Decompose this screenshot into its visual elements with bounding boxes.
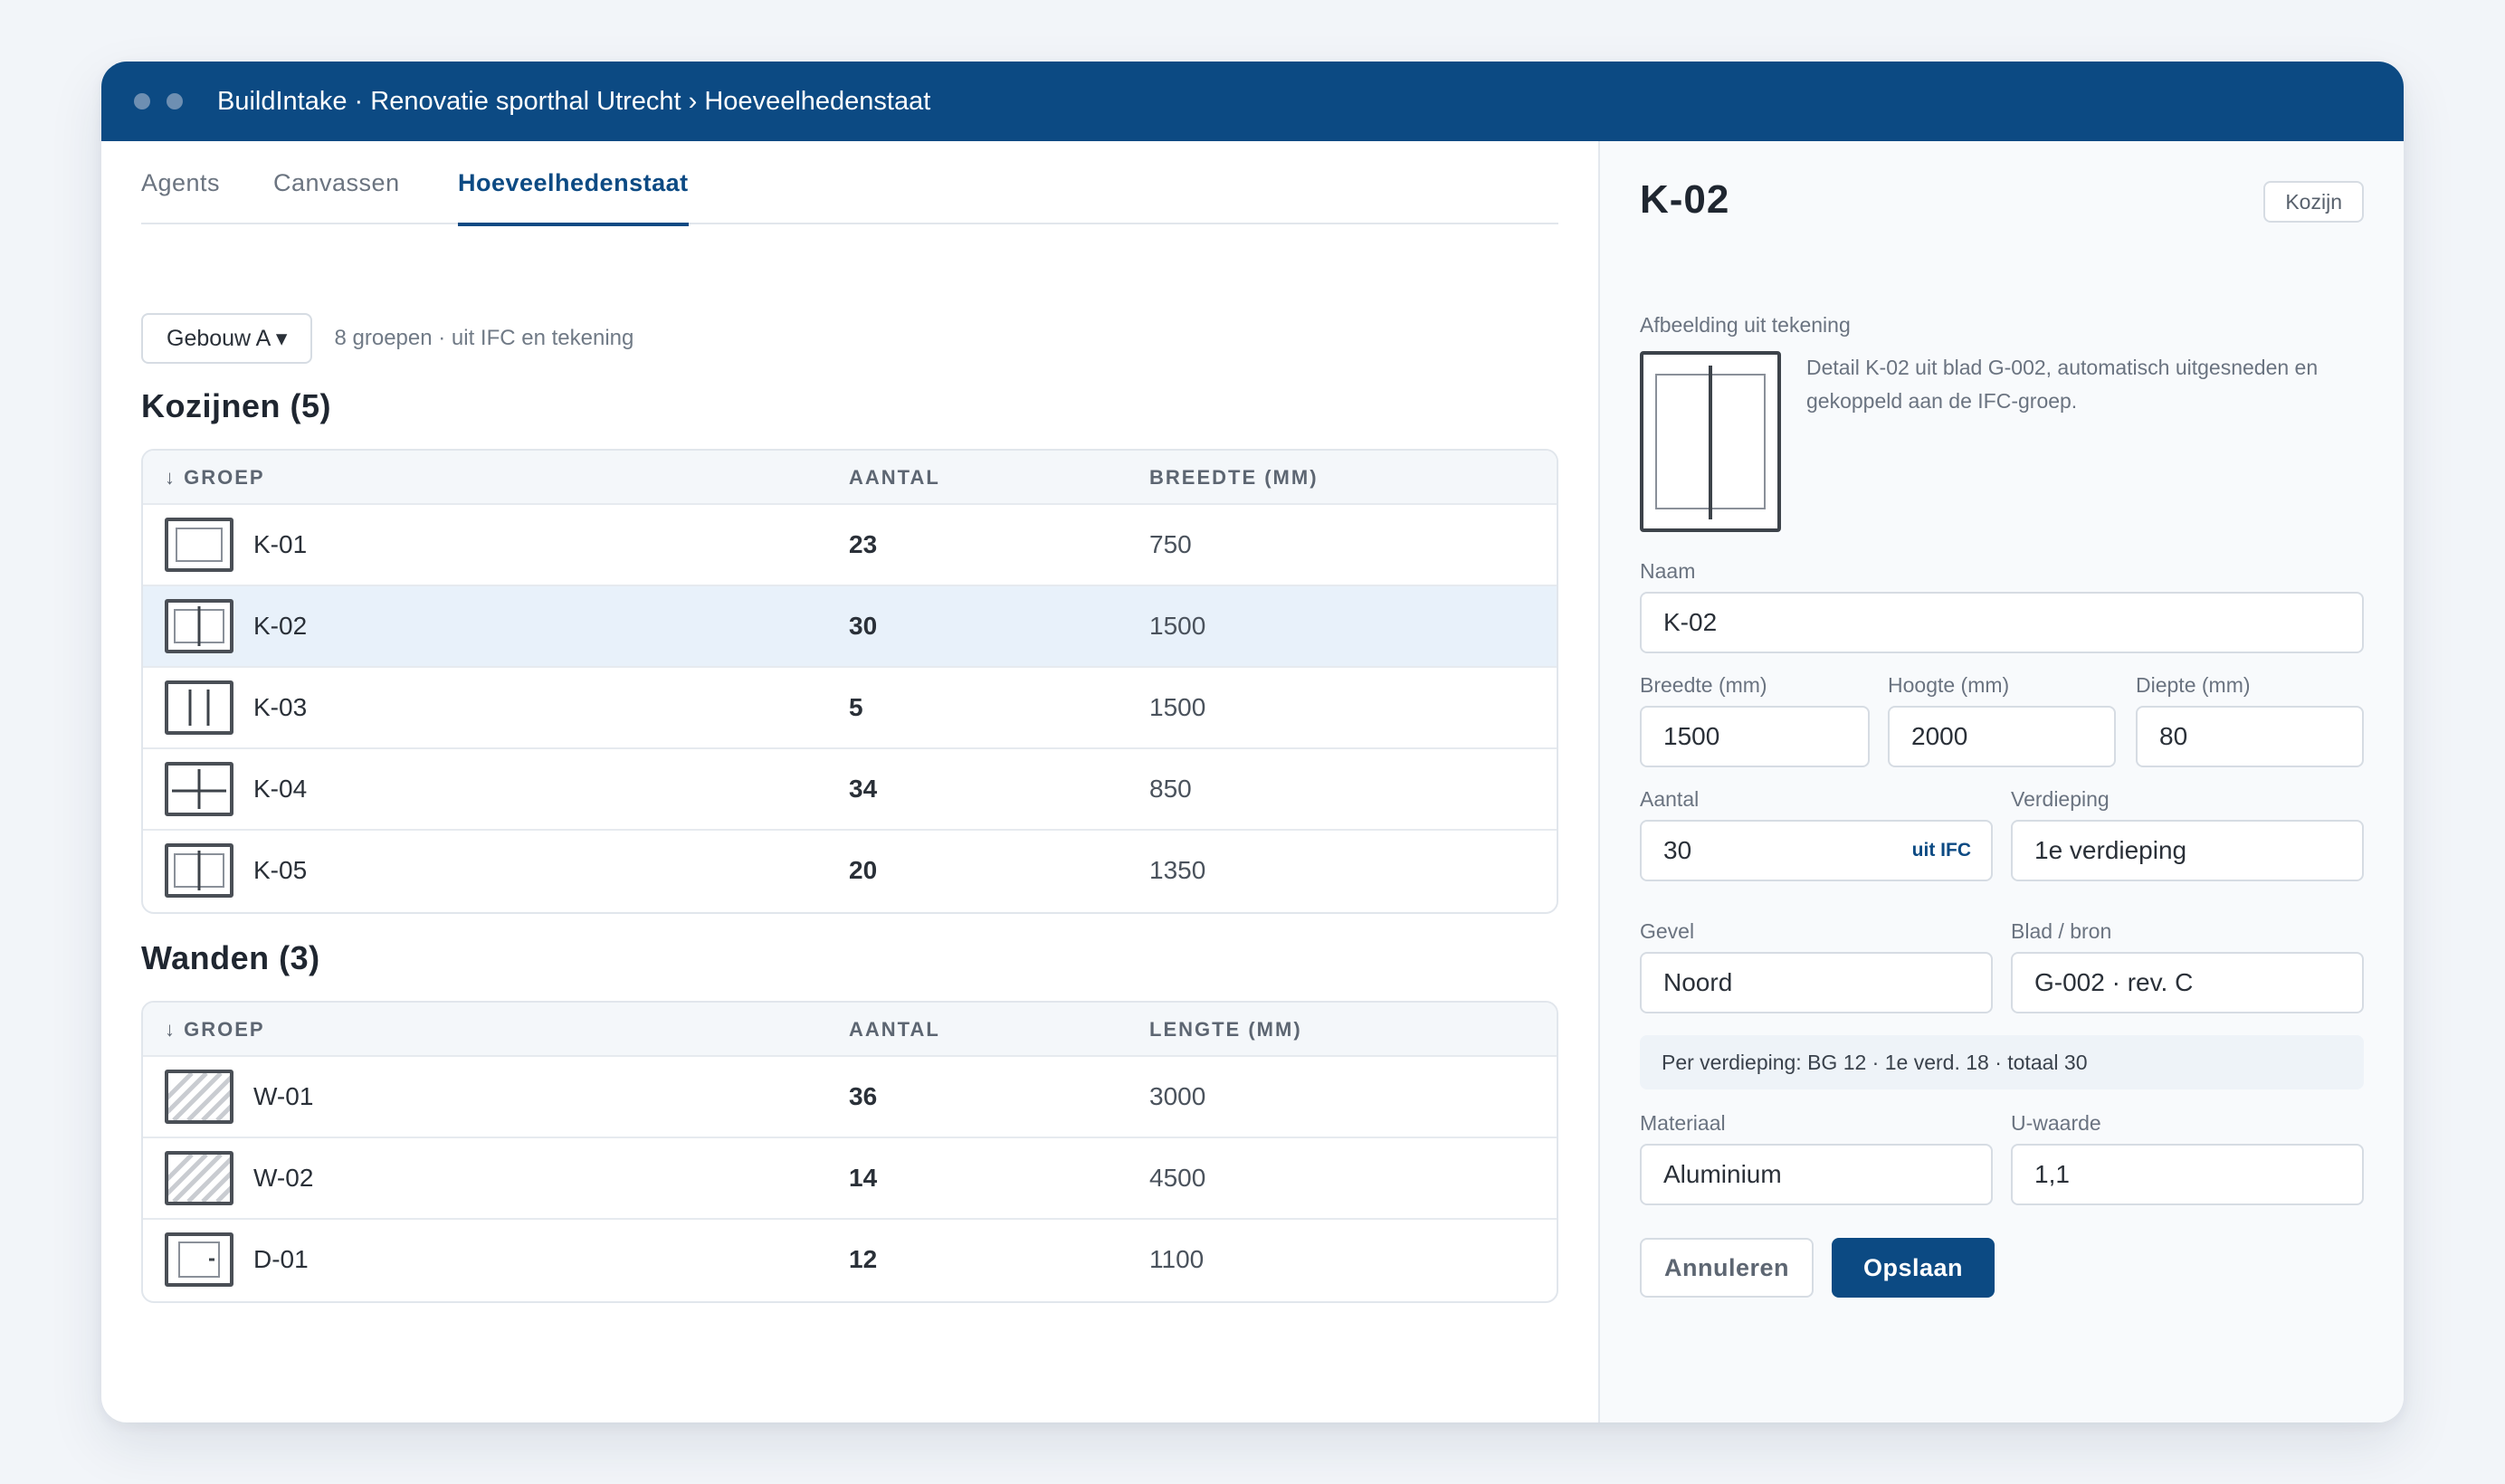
table-row[interactable]: K-04 34 850 <box>143 749 1557 831</box>
field-label-width: Breedte (mm) <box>1640 673 1767 697</box>
row-size: 1350 <box>1149 856 1206 884</box>
row-quantity: 30 <box>849 612 878 640</box>
window-dot-icon[interactable] <box>134 93 150 109</box>
depth-input[interactable]: 80 <box>2136 706 2364 767</box>
name-input[interactable]: K-02 <box>1640 592 2364 653</box>
column-header-length[interactable]: LENGTE (MM) <box>1149 1003 1302 1057</box>
tab-hoeveelhedenstaat[interactable]: Hoeveelhedenstaat <box>458 141 689 226</box>
facade-input[interactable]: Noord <box>1640 952 1993 1013</box>
cancel-button[interactable]: Annuleren <box>1640 1238 1814 1298</box>
field-label-sheet: Blad / bron <box>2011 919 2112 943</box>
detail-panel: K-02 Kozijn Afbeelding uit tekening Deta… <box>1598 141 2404 1422</box>
height-input[interactable]: 2000 <box>1888 706 2116 767</box>
row-name: K-04 <box>253 775 308 803</box>
row-quantity: 20 <box>849 856 878 884</box>
tab-agents[interactable]: Agents <box>141 141 220 224</box>
table-row[interactable]: K-05 20 1350 <box>143 831 1557 912</box>
tab-bar: Agents Canvassen Hoeveelhedenstaat <box>141 141 1558 226</box>
row-size: 1500 <box>1149 612 1206 640</box>
ifc-source-tag: uit IFC <box>1911 840 1971 861</box>
column-header-group[interactable]: ↓ GROEP <box>165 451 265 505</box>
table-header: ↓ GROEP AANTAL LENGTE (MM) <box>143 1003 1557 1057</box>
tab-canvassen[interactable]: Canvassen <box>273 141 400 224</box>
title-bar: BuildIntake · Renovatie sporthal Utrecht… <box>101 62 2404 141</box>
field-label-depth: Diepte (mm) <box>2136 673 2251 697</box>
field-label-height: Hoogte (mm) <box>1888 673 2010 697</box>
window-title: BuildIntake · Renovatie sporthal Utrecht… <box>217 87 931 116</box>
per-floor-info: Per verdieping: BG 12 · 1e verd. 18 · to… <box>1640 1035 2364 1089</box>
image-label: Afbeelding uit tekening <box>1640 313 1851 337</box>
field-label-u-value: U-waarde <box>2011 1111 2101 1135</box>
field-label-material: Materiaal <box>1640 1111 1726 1135</box>
door-icon <box>165 1232 233 1287</box>
row-name: K-02 <box>253 612 308 640</box>
image-caption: Detail K-02 uit blad G-002, automatisch … <box>1806 356 2319 413</box>
material-input[interactable]: Aluminium <box>1640 1144 1993 1205</box>
field-label-name: Naam <box>1640 559 1696 583</box>
row-quantity: 34 <box>849 775 878 803</box>
window-double-icon <box>165 843 233 898</box>
row-size: 3000 <box>1149 1082 1206 1110</box>
column-header-width[interactable]: BREEDTE (MM) <box>1149 451 1319 505</box>
filter-bar: Gebouw A ▾ 8 groepen · uit IFC en tekeni… <box>141 313 633 364</box>
wanden-table: ↓ GROEP AANTAL LENGTE (MM) W-01 36 3000 … <box>141 1001 1558 1303</box>
detail-title: K-02 <box>1640 177 1730 222</box>
row-quantity: 14 <box>849 1164 878 1192</box>
quantities-panel: Agents Canvassen Hoeveelhedenstaat Gebou… <box>101 141 1598 1422</box>
row-size: 1100 <box>1149 1245 1205 1273</box>
table-row[interactable]: W-02 14 4500 <box>143 1138 1557 1220</box>
u-value-input[interactable]: 1,1 <box>2011 1144 2364 1205</box>
field-label-floor: Verdieping <box>2011 787 2110 811</box>
row-quantity: 23 <box>849 530 878 558</box>
wall-hatch-icon <box>143 1070 266 1124</box>
row-name: D-01 <box>253 1245 309 1273</box>
section-title-wanden: Wanden (3) <box>141 939 320 976</box>
section-title-kozijnen: Kozijnen (5) <box>141 387 331 424</box>
drawing-preview-image[interactable] <box>1640 351 1781 532</box>
save-button[interactable]: Opslaan <box>1832 1238 1995 1298</box>
table-row[interactable]: K-03 5 1500 <box>143 668 1557 749</box>
row-name: W-02 <box>253 1164 314 1192</box>
quantity-value: 30 <box>1663 836 1692 864</box>
row-name: K-01 <box>253 530 308 558</box>
column-header-qty[interactable]: AANTAL <box>849 1003 940 1057</box>
group-summary: 8 groepen · uit IFC en tekening <box>334 326 634 350</box>
table-row[interactable]: K-01 23 750 <box>143 505 1557 586</box>
row-quantity: 12 <box>849 1245 878 1273</box>
row-size: 750 <box>1149 530 1192 558</box>
table-header: ↓ GROEP AANTAL BREEDTE (MM) <box>143 451 1557 505</box>
row-quantity: 5 <box>849 693 863 721</box>
row-name: W-01 <box>253 1082 314 1110</box>
type-chip: Kozijn <box>2263 181 2364 223</box>
window-dot-icon[interactable] <box>167 93 183 109</box>
building-select[interactable]: Gebouw A ▾ <box>141 313 313 364</box>
app-window: BuildIntake · Renovatie sporthal Utrecht… <box>101 62 2404 1422</box>
floor-input[interactable]: 1e verdieping <box>2011 820 2364 881</box>
window-single-icon <box>165 518 233 572</box>
row-size: 4500 <box>1149 1164 1206 1192</box>
column-header-group[interactable]: ↓ GROEP <box>165 1003 265 1057</box>
window-triple-icon <box>165 680 233 735</box>
row-name: K-05 <box>253 856 308 884</box>
row-quantity: 36 <box>849 1082 878 1110</box>
field-label-facade: Gevel <box>1640 919 1695 943</box>
field-label-quantity: Aantal <box>1640 787 1700 811</box>
kozijnen-table: ↓ GROEP AANTAL BREEDTE (MM) K-01 23 750 … <box>141 449 1558 914</box>
width-input[interactable]: 1500 <box>1640 706 1870 767</box>
table-row[interactable]: D-01 12 1100 <box>143 1220 1557 1301</box>
column-header-qty[interactable]: AANTAL <box>849 451 940 505</box>
row-size: 850 <box>1149 775 1192 803</box>
window-double-icon <box>165 599 233 653</box>
table-row[interactable]: W-01 36 3000 <box>143 1057 1557 1138</box>
row-name: K-03 <box>253 693 308 721</box>
wall-hatch-icon <box>143 1151 266 1205</box>
quantity-input[interactable]: 30 uit IFC <box>1640 820 1993 881</box>
row-size: 1500 <box>1149 693 1206 721</box>
table-row[interactable]: K-02 30 1500 <box>143 586 1557 668</box>
window-cross-icon <box>165 762 233 816</box>
sheet-input[interactable]: G-002 · rev. C <box>2011 952 2364 1013</box>
